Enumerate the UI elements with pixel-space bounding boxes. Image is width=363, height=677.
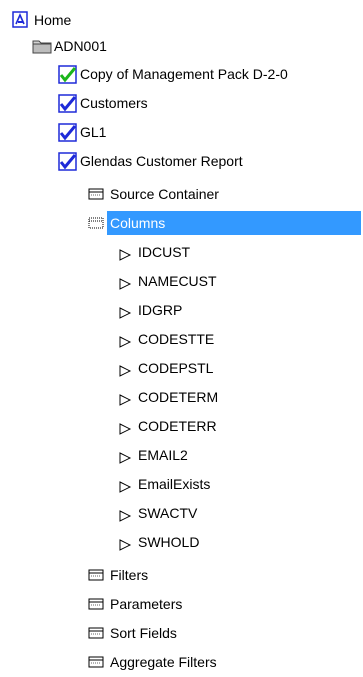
- tree-item-column[interactable]: SWHOLD: [118, 530, 199, 554]
- tree-item-label: Columns: [107, 211, 361, 235]
- tree-item-aggregate-filters[interactable]: Aggregate Filters: [88, 650, 217, 674]
- tree-item-parameters[interactable]: Parameters: [88, 592, 182, 616]
- tree-item-label: IDCUST: [138, 244, 191, 260]
- tree-item-label: Glendas Customer Report: [80, 153, 243, 169]
- tree-item-column[interactable]: CODESTTE: [118, 327, 214, 351]
- tree-item-label: SWACTV: [138, 505, 198, 521]
- column-triangle-icon: [118, 303, 132, 319]
- tree-item-label: Customers: [80, 95, 148, 111]
- column-triangle-icon: [118, 245, 132, 261]
- tree-item-label: IDGRP: [138, 302, 183, 318]
- section-grid-icon: [88, 624, 106, 642]
- section-dotted-icon: [88, 214, 106, 232]
- column-triangle-icon: [118, 535, 132, 551]
- tree-item-report-glendas-customer-report[interactable]: Glendas Customer Report: [58, 149, 243, 173]
- tree-item-label: CODETERR: [138, 418, 217, 434]
- tree-item-column[interactable]: NAMECUST: [118, 269, 217, 293]
- tree-item-source-container[interactable]: Source Container: [88, 182, 219, 206]
- tree-item-column[interactable]: SWACTV: [118, 501, 197, 525]
- tree-item-report-gl1[interactable]: GL1: [58, 120, 106, 144]
- section-grid-icon: [88, 185, 106, 203]
- tree-item-column[interactable]: EMAIL2: [118, 443, 188, 467]
- tree-item-filters[interactable]: Filters: [88, 563, 148, 587]
- tree-item-columns[interactable]: Columns: [88, 211, 361, 235]
- report-check-icon: [58, 152, 77, 171]
- home-icon: [12, 11, 30, 29]
- tree-item-report-copy-management-pack[interactable]: Copy of Management Pack D-2-0: [58, 62, 288, 86]
- column-triangle-icon: [118, 390, 132, 406]
- column-triangle-icon: [118, 419, 132, 435]
- report-check-icon: [58, 94, 77, 113]
- column-triangle-icon: [118, 448, 132, 464]
- folder-icon: [32, 37, 52, 55]
- tree-item-adn001[interactable]: ADN001: [32, 34, 107, 58]
- tree-item-label: CODETERM: [138, 389, 219, 405]
- tree-item-label: CODEPSTL: [138, 360, 214, 376]
- tree-item-label: GL1: [80, 124, 107, 140]
- tree-item-column[interactable]: CODETERR: [118, 414, 217, 438]
- column-triangle-icon: [118, 274, 132, 290]
- tree-item-home[interactable]: Home: [12, 8, 71, 32]
- tree-item-label: Source Container: [110, 186, 219, 202]
- tree-item-label: EmailExists: [138, 476, 211, 492]
- tree-item-label: Sort Fields: [110, 625, 177, 641]
- report-check-icon: [58, 65, 77, 84]
- tree-item-sort-fields[interactable]: Sort Fields: [88, 621, 177, 645]
- section-grid-icon: [88, 566, 106, 584]
- tree-item-label: CODESTTE: [138, 331, 215, 347]
- tree-view: Home ADN001 Copy of Management Pack D-2-…: [0, 0, 363, 675]
- tree-item-label: Parameters: [110, 596, 183, 612]
- tree-item-column[interactable]: IDCUST: [118, 240, 190, 264]
- tree-item-label: NAMECUST: [138, 273, 217, 289]
- tree-item-report-customers[interactable]: Customers: [58, 91, 148, 115]
- tree-item-label: Copy of Management Pack D-2-0: [80, 66, 288, 82]
- section-grid-icon: [88, 595, 106, 613]
- tree-item-label: EMAIL2: [138, 447, 188, 463]
- tree-item-label: Filters: [110, 567, 149, 583]
- tree-item-column[interactable]: EmailExists: [118, 472, 210, 496]
- section-grid-icon: [88, 653, 106, 671]
- report-check-icon: [58, 123, 77, 142]
- tree-item-column[interactable]: IDGRP: [118, 298, 182, 322]
- tree-item-label: Aggregate Filters: [110, 654, 217, 670]
- column-triangle-icon: [118, 332, 132, 348]
- tree-item-column[interactable]: CODEPSTL: [118, 356, 213, 380]
- tree-item-label: ADN001: [54, 38, 107, 54]
- tree-item-column[interactable]: CODETERM: [118, 385, 218, 409]
- tree-item-label: Home: [34, 12, 72, 28]
- column-triangle-icon: [118, 477, 132, 493]
- tree-item-label: SWHOLD: [138, 534, 200, 550]
- column-triangle-icon: [118, 506, 132, 522]
- column-triangle-icon: [118, 361, 132, 377]
